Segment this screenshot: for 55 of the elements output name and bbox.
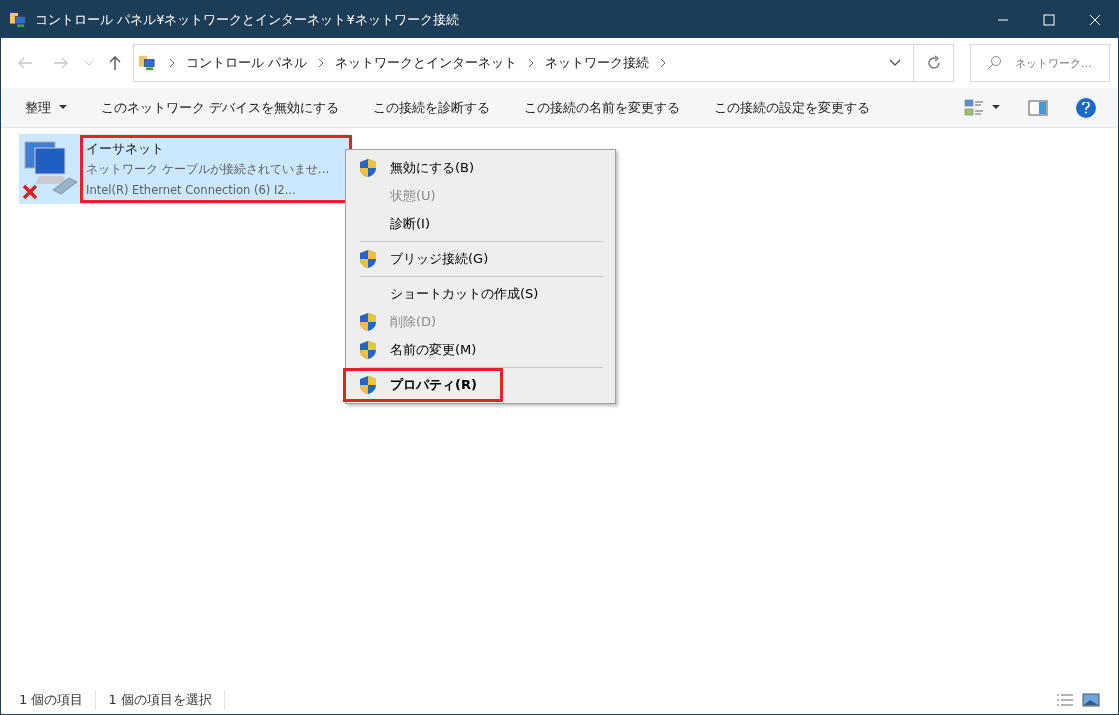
connection-status: ネットワーク ケーブルが接続されていませ... — [86, 160, 331, 178]
view-icon — [964, 98, 984, 117]
view-options-button[interactable] — [964, 98, 1000, 117]
menu-item[interactable]: 名前の変更(M) — [348, 336, 613, 364]
large-icons-view-button[interactable] — [1082, 693, 1100, 707]
forward-arrow-icon — [53, 57, 69, 69]
close-icon — [1089, 13, 1101, 26]
shield-icon — [359, 375, 377, 395]
back-arrow-icon — [17, 57, 33, 69]
preview-pane-icon — [1028, 99, 1048, 116]
status-text: 1 個の項目 — [19, 690, 97, 710]
refresh-icon — [925, 55, 942, 71]
address-bar[interactable]: コントロール パネル ネットワークとインターネット ネットワーク接続 — [133, 44, 954, 82]
help-button[interactable] — [1076, 97, 1096, 118]
status-text: 1 個の項目を選択 — [108, 690, 225, 710]
search-icon — [986, 55, 1002, 71]
chevron-icon — [659, 58, 668, 68]
menu-item[interactable]: 無効にする(B) — [348, 154, 613, 182]
command-button[interactable]: この接続の名前を変更する — [514, 88, 691, 127]
command-button[interactable]: このネットワーク デバイスを無効にする — [91, 88, 350, 127]
details-view-button[interactable] — [1056, 693, 1074, 707]
network-folder-icon — [138, 55, 156, 71]
caret-icon — [59, 105, 67, 110]
chevron-icon — [168, 58, 176, 68]
search-field[interactable]: ネットワーク... — [970, 44, 1110, 82]
menu-item[interactable]: ブリッジ接続(G) — [348, 245, 613, 273]
question-mark-icon — [1082, 101, 1090, 114]
image-icon — [1082, 693, 1100, 707]
chevron-down-icon — [889, 59, 901, 67]
connection-device: Intel(R) Ethernet Connection (6) I2... — [86, 181, 297, 199]
maximize-icon — [1043, 13, 1055, 26]
command-button[interactable]: この接続の設定を変更する — [704, 88, 881, 127]
menu-item[interactable]: 診断(I) — [348, 210, 613, 238]
window-title: コントロール パネル¥ネットワークとインターネット¥ネットワーク接続 — [35, 10, 459, 29]
breadcrumb[interactable]: コントロール パネル — [184, 53, 310, 73]
shield-icon — [359, 249, 377, 269]
chevron-down-icon — [84, 60, 94, 66]
connection-name: イーサネット — [86, 139, 165, 158]
menu-item[interactable]: ショートカットの作成(S) — [348, 280, 613, 308]
breadcrumb[interactable]: ネットワーク接続 — [543, 53, 652, 73]
chevron-icon — [317, 58, 326, 68]
menu-item[interactable]: プロパティ(R) — [346, 371, 500, 399]
caret-icon — [992, 105, 1000, 110]
network-folder-icon — [9, 11, 27, 28]
shield-icon — [359, 158, 377, 178]
list-icon — [1056, 693, 1074, 707]
breadcrumb[interactable]: ネットワークとインターネット — [333, 53, 520, 73]
shield-icon — [359, 340, 377, 360]
command-button[interactable]: 整理 — [15, 88, 77, 127]
up-arrow-icon — [109, 55, 121, 71]
command-button[interactable]: この接続を診断する — [363, 88, 501, 127]
connection-item[interactable]: イーサネット ネットワーク ケーブルが接続されていませ... Intel(R) Ethernet Connection (6) I2... — [19, 134, 350, 204]
shield-icon — [359, 312, 377, 332]
chevron-icon — [527, 58, 536, 68]
preview-pane-button[interactable] — [1028, 99, 1048, 116]
